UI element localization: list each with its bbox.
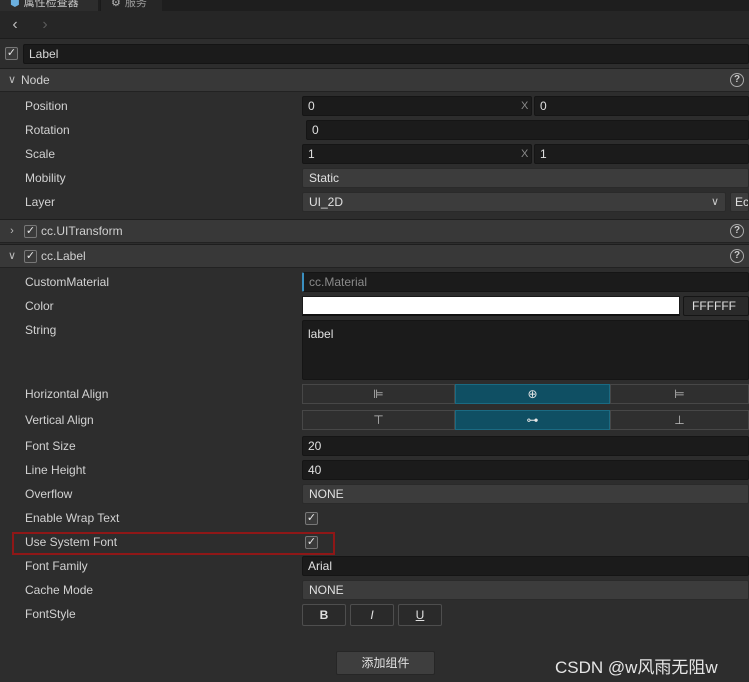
help-icon[interactable]: ? xyxy=(730,73,744,87)
font-style-group: B I U xyxy=(302,604,452,626)
tab-inspector[interactable]: ⬢ 属性检查器 xyxy=(0,0,98,11)
help-icon[interactable]: ? xyxy=(730,249,744,263)
align-right-icon[interactable]: ⊨ xyxy=(610,384,749,404)
custom-material-field[interactable]: cc.Material xyxy=(302,272,749,292)
horizontal-align-group: ⊫ ⊕ ⊨ xyxy=(302,384,749,404)
position-x-input[interactable]: 0 xyxy=(302,96,532,116)
layer-label: Layer xyxy=(25,195,56,209)
vertical-align-group: ⊤ ⊶ ⊥ xyxy=(302,410,749,430)
uitransform-enabled-checkbox[interactable]: ✓ xyxy=(24,225,37,238)
chevron-right-icon: › xyxy=(10,225,14,237)
use-system-font-checkbox[interactable]: ✓ xyxy=(305,536,318,549)
node-name-field[interactable]: Label xyxy=(23,44,749,64)
cc-label-enabled-checkbox[interactable]: ✓ xyxy=(24,250,37,263)
scale-x-axis-label: X xyxy=(521,148,529,160)
layer-select[interactable]: UI_2D ∨ xyxy=(302,192,726,212)
italic-button[interactable]: I xyxy=(350,604,394,626)
custom-material-label: CustomMaterial xyxy=(25,275,110,289)
align-center-icon[interactable]: ⊕ xyxy=(455,384,610,404)
position-label: Position xyxy=(25,99,68,113)
chevron-down-icon: ∨ xyxy=(710,196,719,208)
section-title: Node xyxy=(21,73,50,87)
font-style-label: FontStyle xyxy=(25,607,76,621)
use-system-font-label: Use System Font xyxy=(25,535,118,549)
help-icon[interactable]: ? xyxy=(730,224,744,238)
enable-wrap-text-checkbox[interactable]: ✓ xyxy=(305,512,318,525)
mobility-select[interactable]: Static xyxy=(302,168,749,188)
color-swatch[interactable] xyxy=(302,296,680,316)
align-middle-icon[interactable]: ⊶ xyxy=(455,410,610,430)
mobility-label: Mobility xyxy=(25,171,66,185)
line-height-input[interactable]: 40 xyxy=(302,460,749,480)
scale-y-input[interactable]: 1 xyxy=(534,144,749,164)
vertical-align-label: Vertical Align xyxy=(25,413,94,427)
color-label: Color xyxy=(25,299,54,313)
section-cc-label[interactable]: ∨ ✓ cc.Label ? xyxy=(0,244,749,268)
watermark: CSDN @w风雨无阻w xyxy=(555,658,718,677)
line-height-label: Line Height xyxy=(25,463,86,477)
add-component-button[interactable]: 添加组件 xyxy=(336,651,435,675)
section-title: cc.UITransform xyxy=(41,224,123,238)
scale-x-input[interactable]: 1 xyxy=(302,144,532,164)
align-left-icon[interactable]: ⊫ xyxy=(302,384,455,404)
string-textarea[interactable]: label xyxy=(302,320,749,380)
scale-label: Scale xyxy=(25,147,56,161)
bold-button[interactable]: B xyxy=(302,604,346,626)
node-active-checkbox[interactable]: ✓ xyxy=(5,47,18,60)
align-top-icon[interactable]: ⊤ xyxy=(302,410,455,430)
forward-icon[interactable]: › xyxy=(36,17,54,33)
enable-wrap-text-label: Enable Wrap Text xyxy=(25,511,120,525)
rotation-input[interactable]: 0 xyxy=(306,120,749,140)
underline-button[interactable]: U xyxy=(398,604,442,626)
section-uitransform[interactable]: › ✓ cc.UITransform ? xyxy=(0,219,749,243)
position-y-input[interactable]: 0 xyxy=(534,96,749,116)
color-hex-input[interactable]: FFFFFF xyxy=(683,296,749,316)
chevron-down-icon: ∨ xyxy=(7,250,17,262)
align-bottom-icon[interactable]: ⊥ xyxy=(610,410,749,430)
back-icon[interactable]: ‹ xyxy=(6,17,24,33)
inspector-icon: ⬢ xyxy=(10,0,20,9)
tab-bar: ⬢ 属性检查器 ⚙ 服务 xyxy=(0,0,749,11)
service-icon: ⚙ xyxy=(111,0,121,9)
font-size-label: Font Size xyxy=(25,439,76,453)
section-node[interactable]: ∨ Node ? xyxy=(0,68,749,92)
cache-mode-select[interactable]: NONE xyxy=(302,580,749,600)
font-family-label: Font Family xyxy=(25,559,88,573)
rotation-label: Rotation xyxy=(25,123,70,137)
tab-service[interactable]: ⚙ 服务 xyxy=(100,0,162,11)
cache-mode-label: Cache Mode xyxy=(25,583,94,597)
font-size-input[interactable]: 20 xyxy=(302,436,749,456)
horizontal-align-label: Horizontal Align xyxy=(25,387,109,401)
edit-layer-button[interactable]: Ec xyxy=(730,192,749,212)
string-label: String xyxy=(25,323,57,337)
overflow-label: Overflow xyxy=(25,487,73,501)
position-x-axis-label: X xyxy=(521,100,529,112)
navigation-bar: ‹ › xyxy=(0,11,749,39)
section-title: cc.Label xyxy=(41,249,86,263)
font-family-input[interactable]: Arial xyxy=(302,556,749,576)
chevron-down-icon: ∨ xyxy=(7,74,17,86)
overflow-select[interactable]: NONE xyxy=(302,484,749,504)
